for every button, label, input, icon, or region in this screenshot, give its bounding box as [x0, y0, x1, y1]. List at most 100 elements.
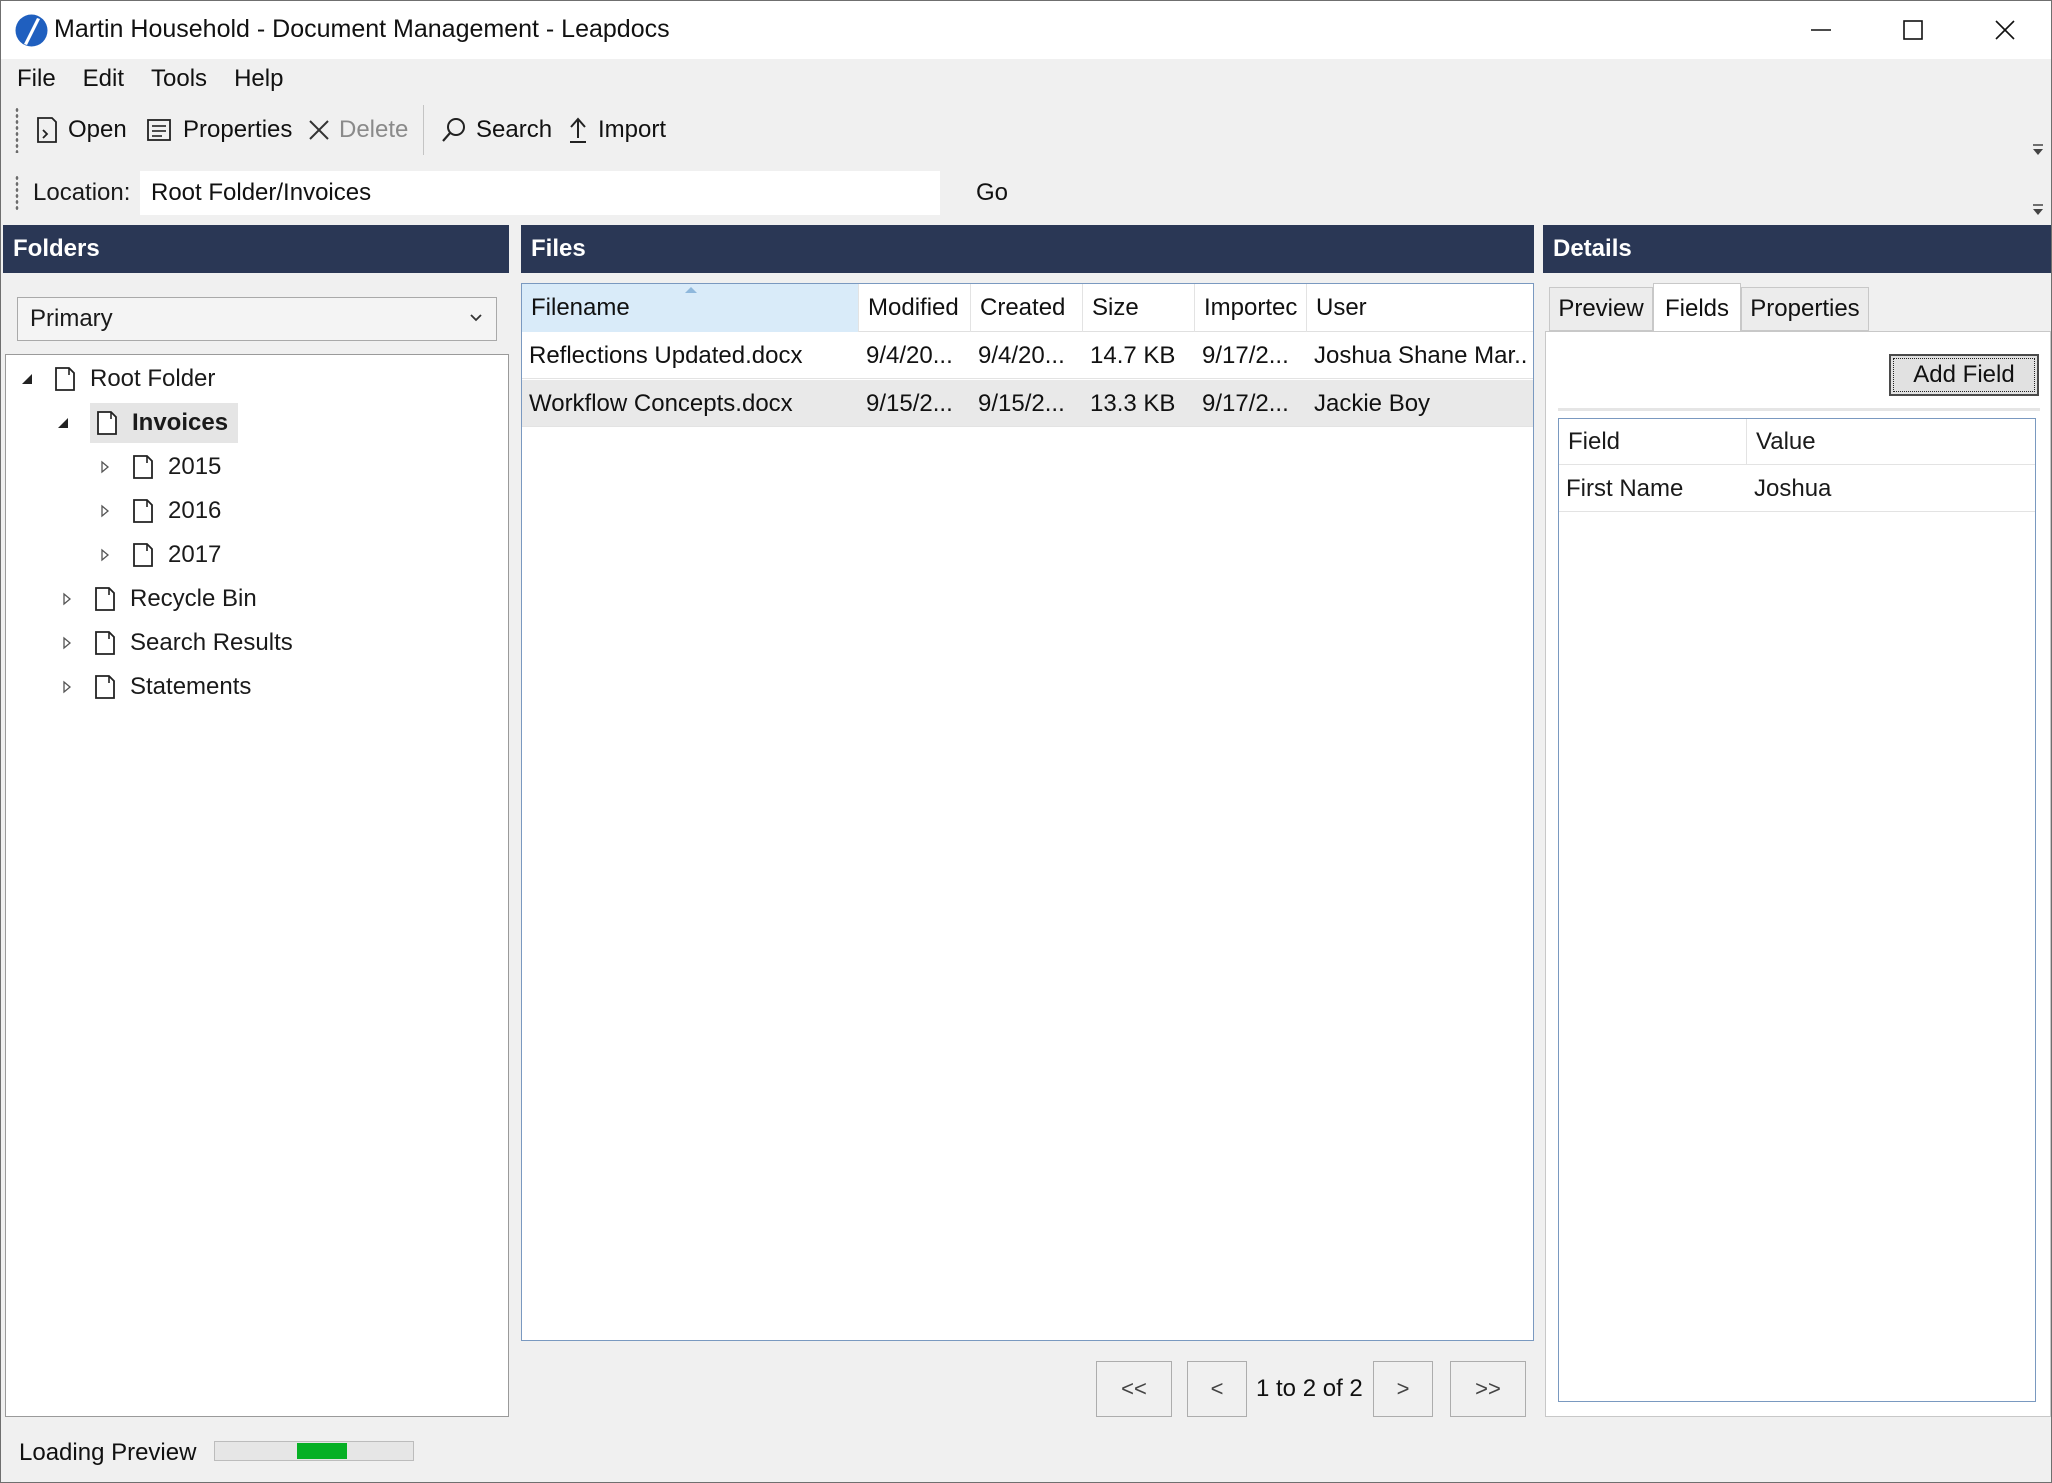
folder-icon [95, 631, 115, 655]
table-row[interactable]: First Name Joshua [1559, 465, 2035, 512]
cell-modified: 9/4/20... [866, 341, 953, 369]
toolbar: Open Properties Delete Search Import [1, 99, 2051, 161]
go-button[interactable]: Go [961, 171, 1023, 215]
cell-field-value: Joshua [1754, 474, 1832, 502]
prev-page-button[interactable]: < [1187, 1361, 1247, 1417]
open-button[interactable]: Open [35, 111, 127, 149]
column-header-user[interactable]: User [1307, 284, 1533, 332]
tree-node-2017[interactable]: 2017 [98, 535, 221, 575]
chevron-down-icon [470, 314, 482, 322]
window-title: Martin Household - Document Management -… [54, 15, 670, 43]
cell-modified: 9/15/2... [866, 389, 953, 417]
search-icon [442, 118, 465, 142]
tree-node-invoices[interactable]: Invoices [56, 403, 239, 443]
collapsed-arrow-icon [63, 680, 72, 694]
tree-node-root-folder[interactable]: Root Folder [20, 359, 215, 399]
folder-icon [97, 411, 117, 435]
close-icon [1995, 20, 2015, 40]
tree-node-recycle-bin[interactable]: Recycle Bin [60, 579, 257, 619]
tree-node-highlight: Invoices [90, 403, 239, 443]
progress-fill [297, 1443, 347, 1459]
tab-preview[interactable]: Preview [1549, 287, 1653, 331]
toolbar-grip[interactable] [15, 107, 19, 153]
maximize-icon [1903, 20, 1923, 40]
toolbar-separator [423, 105, 424, 155]
collapsed-arrow-icon [101, 460, 110, 474]
tree-node-label: Search Results [130, 629, 293, 656]
tree-node-label: 2016 [168, 497, 222, 524]
import-icon [570, 117, 586, 143]
delete-button[interactable]: Delete [308, 111, 408, 149]
tree-node-search-results[interactable]: Search Results [60, 623, 293, 663]
menu-edit[interactable]: Edit [83, 65, 124, 93]
location-overflow-icon[interactable] [2031, 203, 2045, 217]
folder-icon [95, 675, 115, 699]
divider [1558, 408, 2040, 411]
column-header-field[interactable]: Field [1559, 419, 1747, 465]
expanded-arrow-icon [58, 418, 68, 428]
title-bar: Martin Household - Document Management -… [1, 1, 2051, 59]
toolbar-overflow-icon[interactable] [2031, 143, 2045, 157]
cell-imported: 9/17/2... [1202, 341, 1289, 369]
tree-node-label: Invoices [132, 409, 229, 436]
folder-icon [133, 499, 153, 523]
files-grid-header: Filename Modified Created Size Importec … [522, 284, 1533, 332]
folder-icon [133, 455, 153, 479]
tree-node-2015[interactable]: 2015 [98, 447, 221, 487]
import-button[interactable]: Import [567, 111, 666, 149]
search-label: Search [476, 116, 553, 143]
tab-fields[interactable]: Fields [1653, 283, 1741, 333]
close-button[interactable] [1959, 1, 2051, 59]
loading-progress-bar [214, 1441, 414, 1461]
cell-field-name: First Name [1566, 474, 1684, 502]
location-bar: Location: Go [1, 161, 2051, 223]
tab-properties[interactable]: Properties [1741, 287, 1869, 331]
column-header-size[interactable]: Size [1083, 284, 1195, 332]
tree-node-label: 2017 [168, 541, 222, 568]
tree-node-statements[interactable]: Statements [60, 667, 251, 707]
folder-set-value: Primary [30, 305, 113, 332]
cell-created: 9/15/2... [978, 389, 1065, 417]
files-panel: Filename Modified Created Size Importec … [521, 225, 1534, 1417]
table-row[interactable]: Workflow Concepts.docx 9/15/2... 9/15/2.… [522, 380, 1533, 427]
menu-file[interactable]: File [17, 65, 56, 93]
add-field-button[interactable]: Add Field [1889, 354, 2039, 396]
minimize-button[interactable] [1775, 1, 1867, 59]
menu-tools[interactable]: Tools [151, 65, 207, 93]
column-header-imported[interactable]: Importec [1195, 284, 1307, 332]
tree-node-label: Recycle Bin [130, 585, 257, 612]
properties-button[interactable]: Properties [146, 111, 292, 149]
cell-user: Jackie Boy [1314, 389, 1431, 417]
column-header-created[interactable]: Created [971, 284, 1083, 332]
next-page-button[interactable]: > [1373, 1361, 1433, 1417]
last-page-button[interactable]: >> [1450, 1361, 1526, 1417]
properties-label: Properties [183, 116, 293, 143]
leapdocs-logo-icon [15, 14, 48, 47]
tree-node-label: 2015 [168, 453, 222, 480]
tree-node-label: Root Folder [90, 365, 216, 392]
open-icon [37, 117, 57, 143]
location-label: Location: [33, 179, 131, 206]
folder-set-dropdown[interactable]: Primary [17, 297, 497, 341]
folder-icon [133, 543, 153, 567]
column-header-modified[interactable]: Modified [859, 284, 971, 332]
details-panel: Preview Fields Properties Add Field Fiel… [1543, 225, 2051, 1417]
location-input[interactable] [140, 171, 940, 215]
tree-node-label: Statements [130, 673, 252, 700]
first-page-button[interactable]: << [1096, 1361, 1172, 1417]
delete-label: Delete [339, 116, 409, 143]
column-header-filename[interactable]: Filename [522, 284, 859, 332]
pager: << < 1 to 2 of 2 > >> [521, 1361, 1534, 1417]
menu-bar: File Edit Tools Help [1, 59, 2051, 99]
search-button[interactable]: Search [441, 111, 552, 149]
column-header-value[interactable]: Value [1747, 419, 2035, 465]
location-grip[interactable] [15, 175, 19, 211]
cell-user: Joshua Shane Mar... [1314, 341, 1529, 369]
minimize-icon [1811, 29, 1831, 31]
table-row[interactable]: Reflections Updated.docx 9/4/20... 9/4/2… [522, 332, 1533, 379]
maximize-button[interactable] [1867, 1, 1959, 59]
cell-filename: Reflections Updated.docx [529, 341, 803, 369]
files-grid: Filename Modified Created Size Importec … [521, 283, 1534, 1341]
menu-help[interactable]: Help [234, 65, 283, 93]
tree-node-2016[interactable]: 2016 [98, 491, 221, 531]
